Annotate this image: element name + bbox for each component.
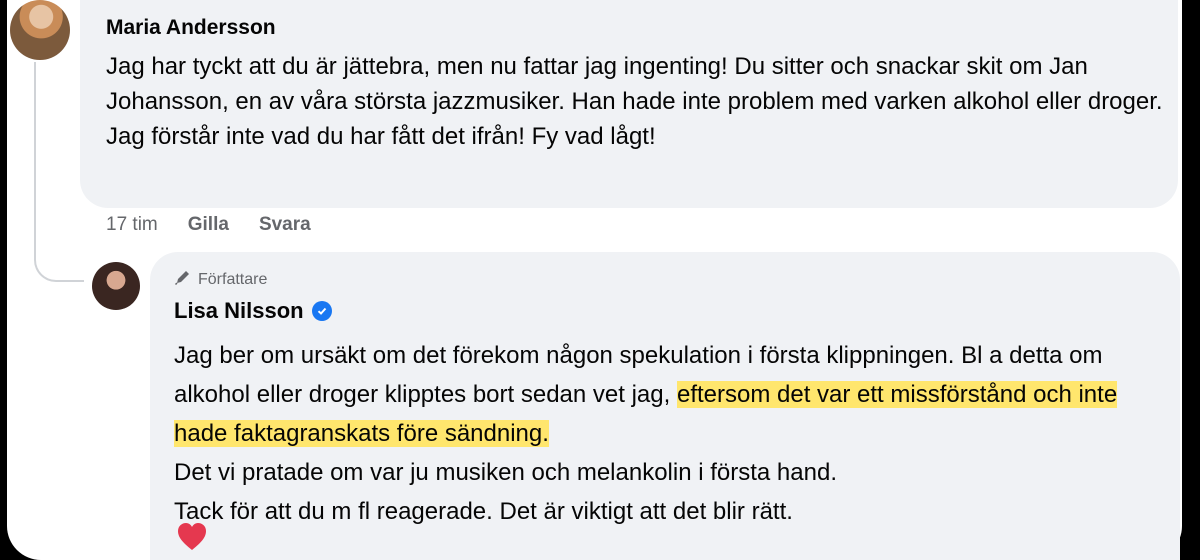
reply-text: Jag ber om ursäkt om det förekom någon s… [174,336,1174,531]
pen-icon [174,268,192,291]
comment-actions: 17 tim Gilla Svara [106,214,311,236]
reply-author-row: Lisa Nilsson [174,298,332,324]
thread-connector [34,62,84,282]
reply-author[interactable]: Lisa Nilsson [174,298,304,324]
heart-icon[interactable] [175,520,209,554]
author-badge-label: Författare [198,270,268,288]
like-button[interactable]: Gilla [188,214,229,236]
avatar-lisa[interactable] [92,262,140,310]
reply-text-line3: Tack för att du m fl reagerade. Det är v… [174,498,793,525]
verified-badge-icon [311,301,332,321]
reply-button[interactable]: Svara [259,214,311,236]
author-badge: Författare [174,268,267,291]
comment-author[interactable]: Maria Andersson [106,16,276,40]
comment-text: Jag har tyckt att du är jättebra, men nu… [106,53,1163,150]
avatar-maria[interactable] [10,0,70,60]
comment-timestamp[interactable]: 17 tim [106,214,158,236]
reply-text-line2: Det vi pratade om var ju musiken och mel… [174,459,837,486]
